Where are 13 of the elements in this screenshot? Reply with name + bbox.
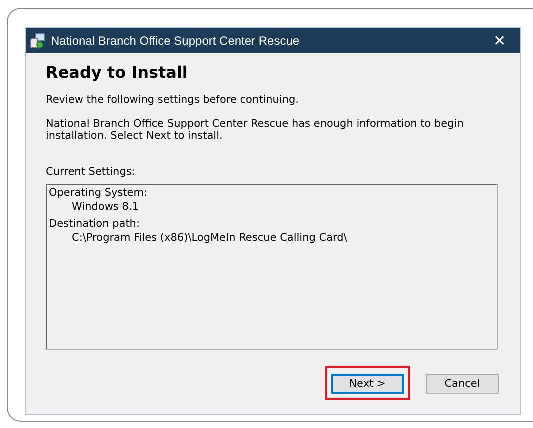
page-heading: Ready to Install xyxy=(46,63,189,82)
setting-label: Destination path: xyxy=(49,218,141,230)
instruction-text: Review the following settings before continuing. xyxy=(46,94,300,106)
close-button[interactable]: ✕ xyxy=(480,28,520,53)
setting-value: Windows 8.1 xyxy=(71,200,140,214)
next-button[interactable]: Next > xyxy=(331,374,404,394)
settings-label: Current Settings: xyxy=(46,166,136,178)
cancel-button[interactable]: Cancel xyxy=(426,374,499,394)
window-title: National Branch Office Support Center Rescue xyxy=(51,34,301,48)
setting-label: Operating System: xyxy=(49,186,149,200)
instruction-text: National Branch Office Support Center Rescue has enough information to begin installation. Select Next to install. xyxy=(46,118,465,142)
installer-icon xyxy=(30,32,46,48)
setting-value: C:\Program Files (x86)\LogMeIn Rescue Calling Card\ xyxy=(71,230,348,244)
